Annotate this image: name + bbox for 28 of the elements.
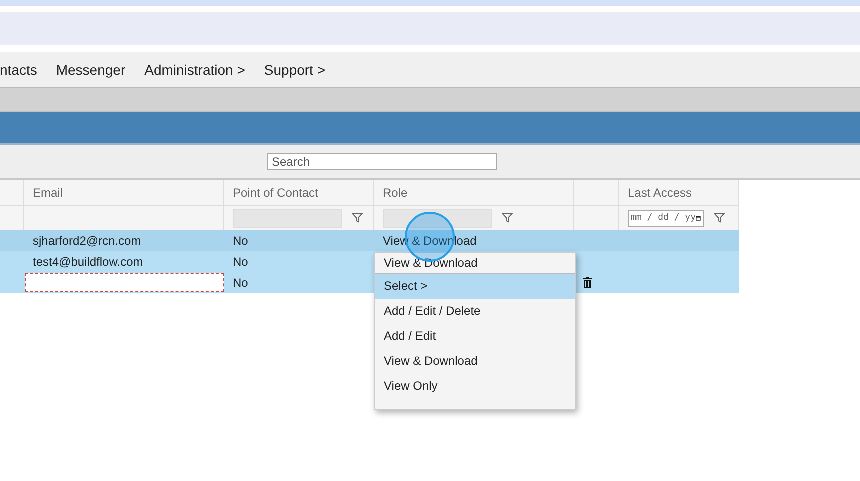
table-cell: No xyxy=(233,276,248,290)
nav-link[interactable]: Administration > xyxy=(144,62,246,78)
column-header[interactable]: Role xyxy=(383,186,408,200)
email-input[interactable] xyxy=(25,273,224,292)
trash-icon[interactable] xyxy=(583,277,592,288)
filter-icon[interactable] xyxy=(352,213,363,223)
filter-field[interactable] xyxy=(233,208,342,228)
filter-field[interactable] xyxy=(383,208,492,228)
dropdown-option[interactable]: Add / Edit xyxy=(375,324,575,349)
nav-link[interactable]: Support > xyxy=(264,62,326,78)
column-header[interactable]: Point of Contact xyxy=(233,186,318,200)
dropdown-option[interactable]: Add / Edit / Delete xyxy=(375,299,575,324)
search-field[interactable]: Search xyxy=(267,153,497,170)
filter-icon[interactable] xyxy=(714,213,725,223)
dropdown-value[interactable]: View & Download xyxy=(375,253,575,274)
dropdown-option[interactable]: Select > xyxy=(375,274,575,299)
dropdown-option[interactable]: View & Download xyxy=(375,349,575,374)
table-cell: No xyxy=(233,254,248,268)
table-cell: No xyxy=(233,234,248,248)
column-header[interactable]: Last Access xyxy=(628,186,692,200)
column-header[interactable]: Email xyxy=(33,186,64,200)
table-cell: sjharford2@rcn.com xyxy=(33,234,142,248)
table-cell: test4@buildflow.com xyxy=(33,254,144,268)
dropdown-option[interactable]: View Only xyxy=(375,374,575,399)
nav-link[interactable]: Messenger xyxy=(56,62,126,78)
nav-link[interactable]: ntacts xyxy=(0,62,38,78)
date-field[interactable]: mm / dd / yy xyxy=(628,210,704,226)
filter-icon[interactable] xyxy=(502,213,513,223)
